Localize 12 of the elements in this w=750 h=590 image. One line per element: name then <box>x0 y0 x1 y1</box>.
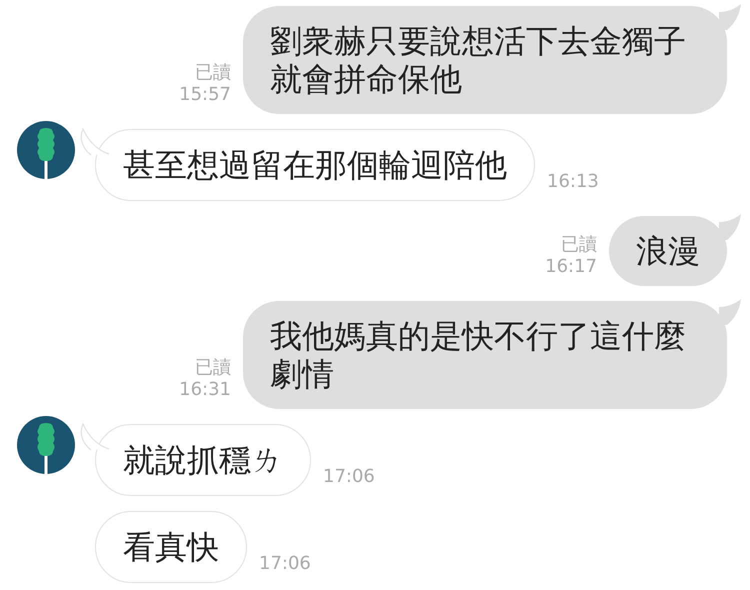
read-receipt: 已讀 <box>195 357 231 379</box>
message-time: 16:13 <box>547 171 599 193</box>
message-time: 16:31 <box>179 379 231 401</box>
message-time: 16:17 <box>545 256 597 278</box>
message-time: 15:57 <box>179 84 231 106</box>
bubble-tail <box>80 423 110 451</box>
message-time: 17:06 <box>323 466 375 488</box>
read-receipt: 已讀 <box>561 234 597 256</box>
message-bubble: 看真快 <box>95 511 247 583</box>
message-time: 17:06 <box>259 553 311 575</box>
bubble-tail <box>80 128 110 156</box>
read-receipt: 已讀 <box>195 62 231 84</box>
